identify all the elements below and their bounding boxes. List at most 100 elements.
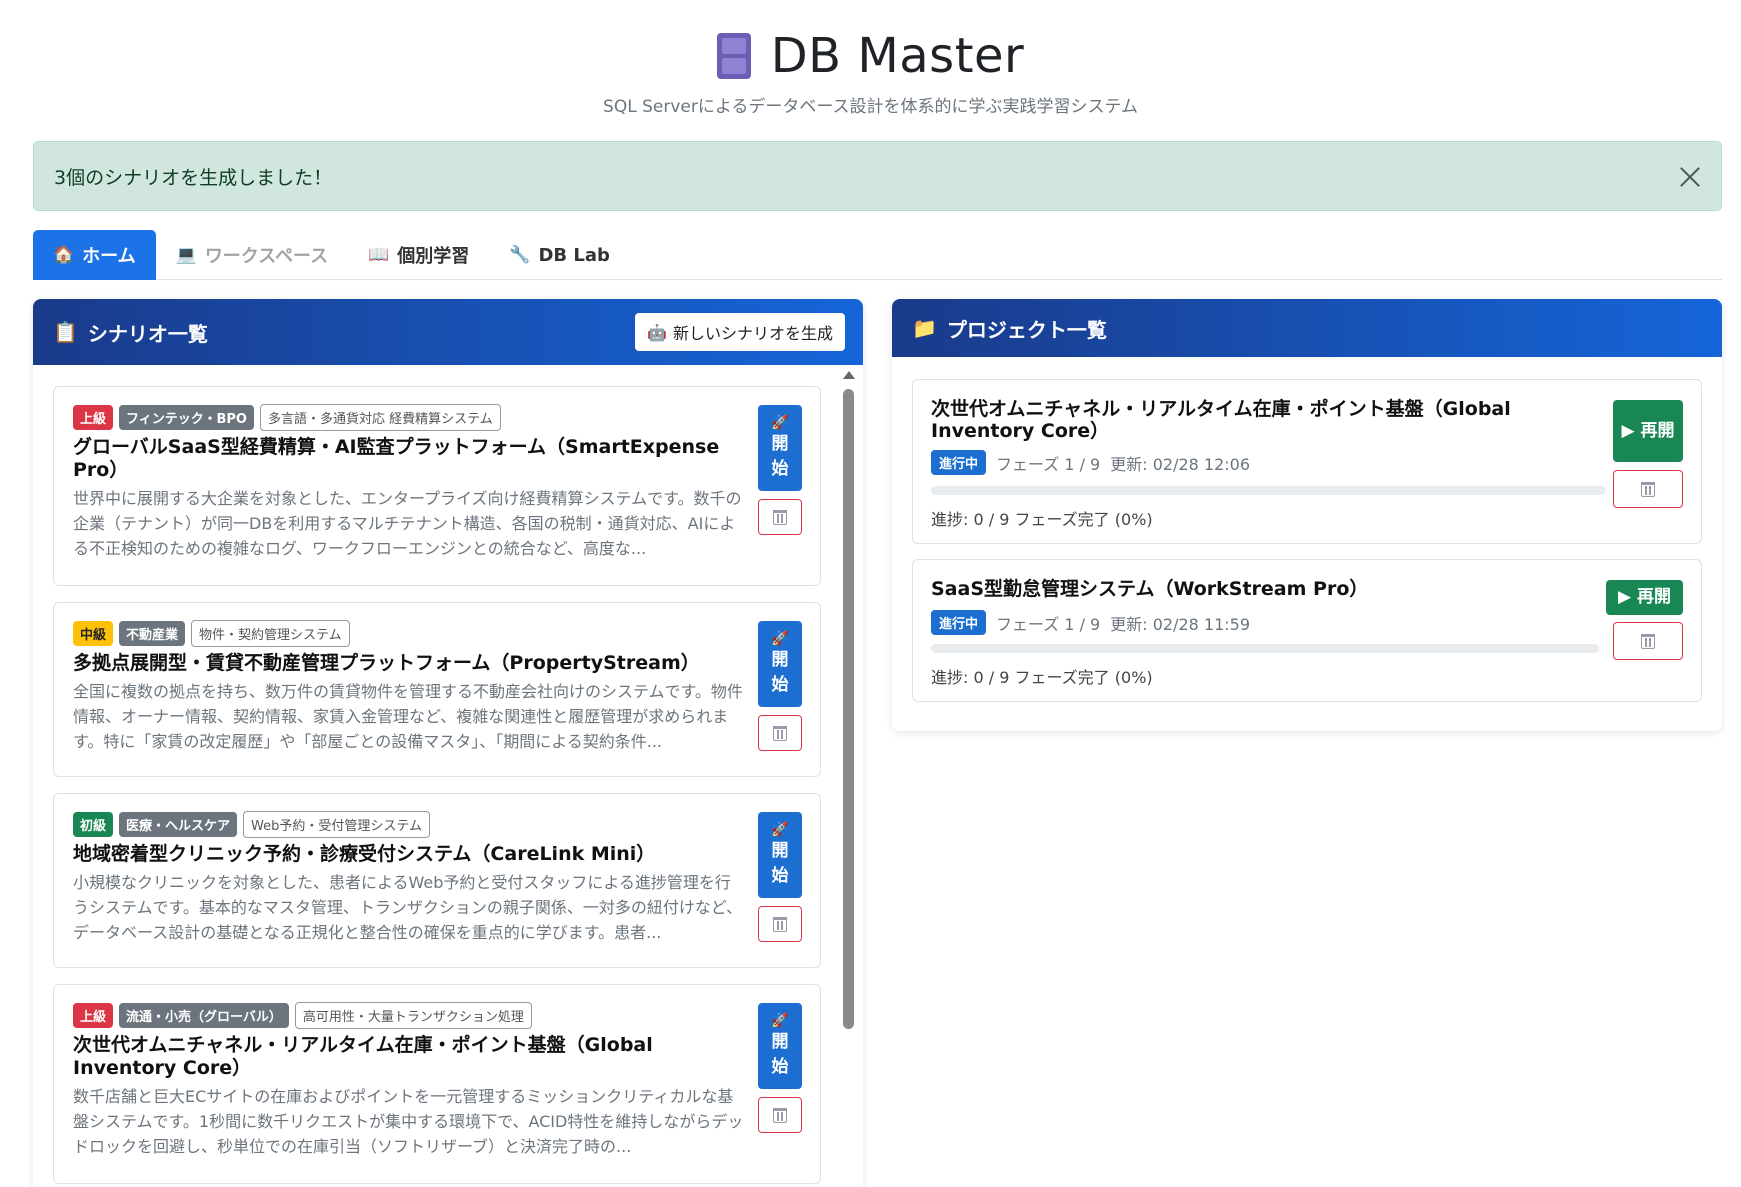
updated-text: 更新: 02/28 12:06 <box>1110 454 1251 474</box>
resume-button[interactable]: ▶ 再開 <box>1613 400 1683 462</box>
folder-icon: 📁 <box>912 316 937 340</box>
app-title-text: DB Master <box>770 28 1025 84</box>
start-label: 開 <box>771 841 789 861</box>
delete-button[interactable] <box>758 906 802 942</box>
trash-icon <box>773 916 787 932</box>
project-panel-title: プロジェクト一覧 <box>946 317 1107 342</box>
start-button[interactable]: 🚀 開 始 <box>758 1003 802 1089</box>
progress-text: 進捗: 0 / 9 フェーズ完了 (0%) <box>931 668 1153 687</box>
generate-scenario-button[interactable]: 🤖 新しいシナリオを生成 <box>635 313 845 351</box>
project-title: 次世代オムニチャネル・リアルタイム在庫・ポイント基盤（Global Invent… <box>931 398 1511 442</box>
start-label: 始 <box>771 459 789 479</box>
project-title: SaaS型勤怠管理システム（WorkStream Pro） <box>931 578 1369 600</box>
scrollbar-thumb[interactable] <box>843 389 854 1029</box>
system-badge: 多言語・多通貨対応 経費精算システム <box>259 404 501 431</box>
tab-label: ワークスペース <box>204 246 329 267</box>
start-button[interactable]: 🚀 開 始 <box>758 812 802 898</box>
scenario-description: 数千店舗と巨大ECサイトの在庫およびポイントを一元管理するミッションクリティカル… <box>73 1087 744 1156</box>
phase-text: フェーズ 1 / 9 <box>996 614 1101 634</box>
system-badge: Web予約・受付管理システム <box>243 811 430 838</box>
delete-button[interactable] <box>758 715 802 751</box>
start-label: 始 <box>771 866 789 886</box>
delete-button[interactable] <box>758 1097 802 1133</box>
trash-icon <box>773 1107 787 1123</box>
close-icon[interactable] <box>1675 162 1705 192</box>
scenario-card: 中級 不動産業 物件・契約管理システム 多拠点展開型・賃貸不動産管理プラットフォ… <box>53 602 821 777</box>
industry-badge: 流通・小売（グローバル） <box>119 1003 289 1028</box>
status-badge: 進行中 <box>931 610 987 635</box>
start-label: 開 <box>771 434 789 454</box>
scenario-description: 全国に複数の拠点を持ち、数万件の賃貸物件を管理する不動産会社向けのシステムです。… <box>73 682 743 751</box>
delete-button[interactable] <box>1613 470 1683 508</box>
industry-badge: フィンテック・BPO <box>119 405 254 430</box>
project-meta: 進行中 フェーズ 1 / 9 更新: 02/28 12:06 <box>931 450 1250 475</box>
level-badge: 初級 <box>73 812 114 837</box>
trash-icon <box>773 725 787 741</box>
scenario-title: 次世代オムニチャネル・リアルタイム在庫・ポイント基盤（Global Invent… <box>73 1034 653 1079</box>
trash-icon <box>773 509 787 525</box>
scenario-card: 上級 流通・小売（グローバル） 高可用性・大量トランザクション処理 次世代オムニ… <box>53 984 821 1184</box>
start-label: 始 <box>771 675 789 695</box>
start-button[interactable]: 🚀 開 始 <box>758 405 802 491</box>
progress-text: 進捗: 0 / 9 フェーズ完了 (0%) <box>931 510 1153 529</box>
delete-button[interactable] <box>1613 622 1683 660</box>
progress-bar <box>931 644 1599 653</box>
tab-individual-study[interactable]: 📖 個別学習 <box>348 230 489 280</box>
delete-button[interactable] <box>758 499 802 535</box>
rocket-icon: 🚀 <box>771 822 789 838</box>
project-panel: 📁 プロジェクト一覧 次世代オムニチャネル・リアルタイム在庫・ポイント基盤（Gl… <box>892 299 1722 731</box>
success-alert: 3個のシナリオを生成しました！ <box>33 141 1722 211</box>
project-card: SaaS型勤怠管理システム（WorkStream Pro） 進行中 フェーズ 1… <box>912 559 1702 702</box>
tab-label: ホーム <box>82 246 136 267</box>
scenario-description: 小規模なクリニックを対象とした、患者によるWeb予約と受付スタッフによる進捗管理… <box>73 873 743 942</box>
updated-text: 更新: 02/28 11:59 <box>1110 614 1251 634</box>
start-label: 開 <box>771 650 789 670</box>
start-button[interactable]: 🚀 開 始 <box>758 621 802 707</box>
file-cabinet-icon <box>716 33 751 79</box>
alert-message: 3個のシナリオを生成しました！ <box>54 166 333 189</box>
scenario-title: 地域密着型クリニック予約・診療受付システム（CareLink Mini） <box>73 843 656 865</box>
tab-label: 個別学習 <box>397 246 470 267</box>
level-badge: 上級 <box>73 405 114 430</box>
start-label: 開 <box>771 1032 789 1052</box>
tab-db-lab[interactable]: 🔧 DB Lab <box>489 230 630 280</box>
wrench-icon: 🔧 <box>509 245 531 265</box>
book-icon: 📖 <box>368 245 390 265</box>
system-badge: 物件・契約管理システム <box>191 620 350 647</box>
progress-bar <box>931 486 1606 495</box>
rocket-icon: 🚀 <box>771 1013 789 1029</box>
rocket-icon: 🚀 <box>771 631 789 647</box>
scenario-list: 上級 フィンテック・BPO 多言語・多通貨対応 経費精算システム グローバルSa… <box>33 365 863 1187</box>
scrollbar[interactable] <box>841 371 855 1187</box>
scenario-panel-title: シナリオ一覧 <box>87 321 208 346</box>
rocket-icon: 🚀 <box>771 415 789 431</box>
project-panel-header: 📁 プロジェクト一覧 <box>892 299 1722 357</box>
app-title: DB Master <box>716 28 1025 84</box>
industry-badge: 医療・ヘルスケア <box>119 812 238 837</box>
resume-button[interactable]: ▶ 再開 <box>1606 580 1683 615</box>
trash-icon <box>1641 481 1655 497</box>
project-meta: 進行中 フェーズ 1 / 9 更新: 02/28 11:59 <box>931 610 1250 635</box>
computer-icon: 💻 <box>175 245 197 265</box>
scenario-panel-header: 📋 シナリオ一覧 🤖 新しいシナリオを生成 <box>33 299 863 365</box>
trash-icon <box>1641 633 1655 649</box>
scenario-description: 世界中に展開する大企業を対象とした、エンタープライズ向け経費精算システムです。数… <box>73 489 742 558</box>
scroll-up-icon[interactable] <box>843 371 855 379</box>
system-badge: 高可用性・大量トランザクション処理 <box>294 1002 532 1029</box>
scenario-card: 上級 フィンテック・BPO 多言語・多通貨対応 経費精算システム グローバルSa… <box>53 386 821 586</box>
resume-label: ▶ 再開 <box>1621 420 1675 441</box>
clipboard-icon: 📋 <box>53 320 78 344</box>
tab-home[interactable]: 🏠 ホーム <box>33 230 156 280</box>
robot-icon: 🤖 <box>647 322 667 342</box>
tab-label: DB Lab <box>538 244 610 266</box>
project-card: 次世代オムニチャネル・リアルタイム在庫・ポイント基盤（Global Invent… <box>912 379 1702 544</box>
resume-label: ▶ 再開 <box>1618 587 1671 607</box>
tab-workspace[interactable]: 💻 ワークスペース <box>156 230 348 280</box>
main-tabs: 🏠 ホーム 💻 ワークスペース 📖 個別学習 🔧 DB Lab <box>33 230 1722 280</box>
scenario-panel: 📋 シナリオ一覧 🤖 新しいシナリオを生成 上級 フィンテック・BPO 多言語・… <box>33 299 863 1187</box>
scenario-card: 初級 医療・ヘルスケア Web予約・受付管理システム 地域密着型クリニック予約・… <box>53 793 821 968</box>
status-badge: 進行中 <box>931 450 987 475</box>
level-badge: 上級 <box>73 1003 114 1028</box>
generate-scenario-label: 新しいシナリオを生成 <box>672 324 833 343</box>
app-header: DB Master SQL Serverによるデータベース設計を体系的に学ぶ実践… <box>0 28 1741 117</box>
